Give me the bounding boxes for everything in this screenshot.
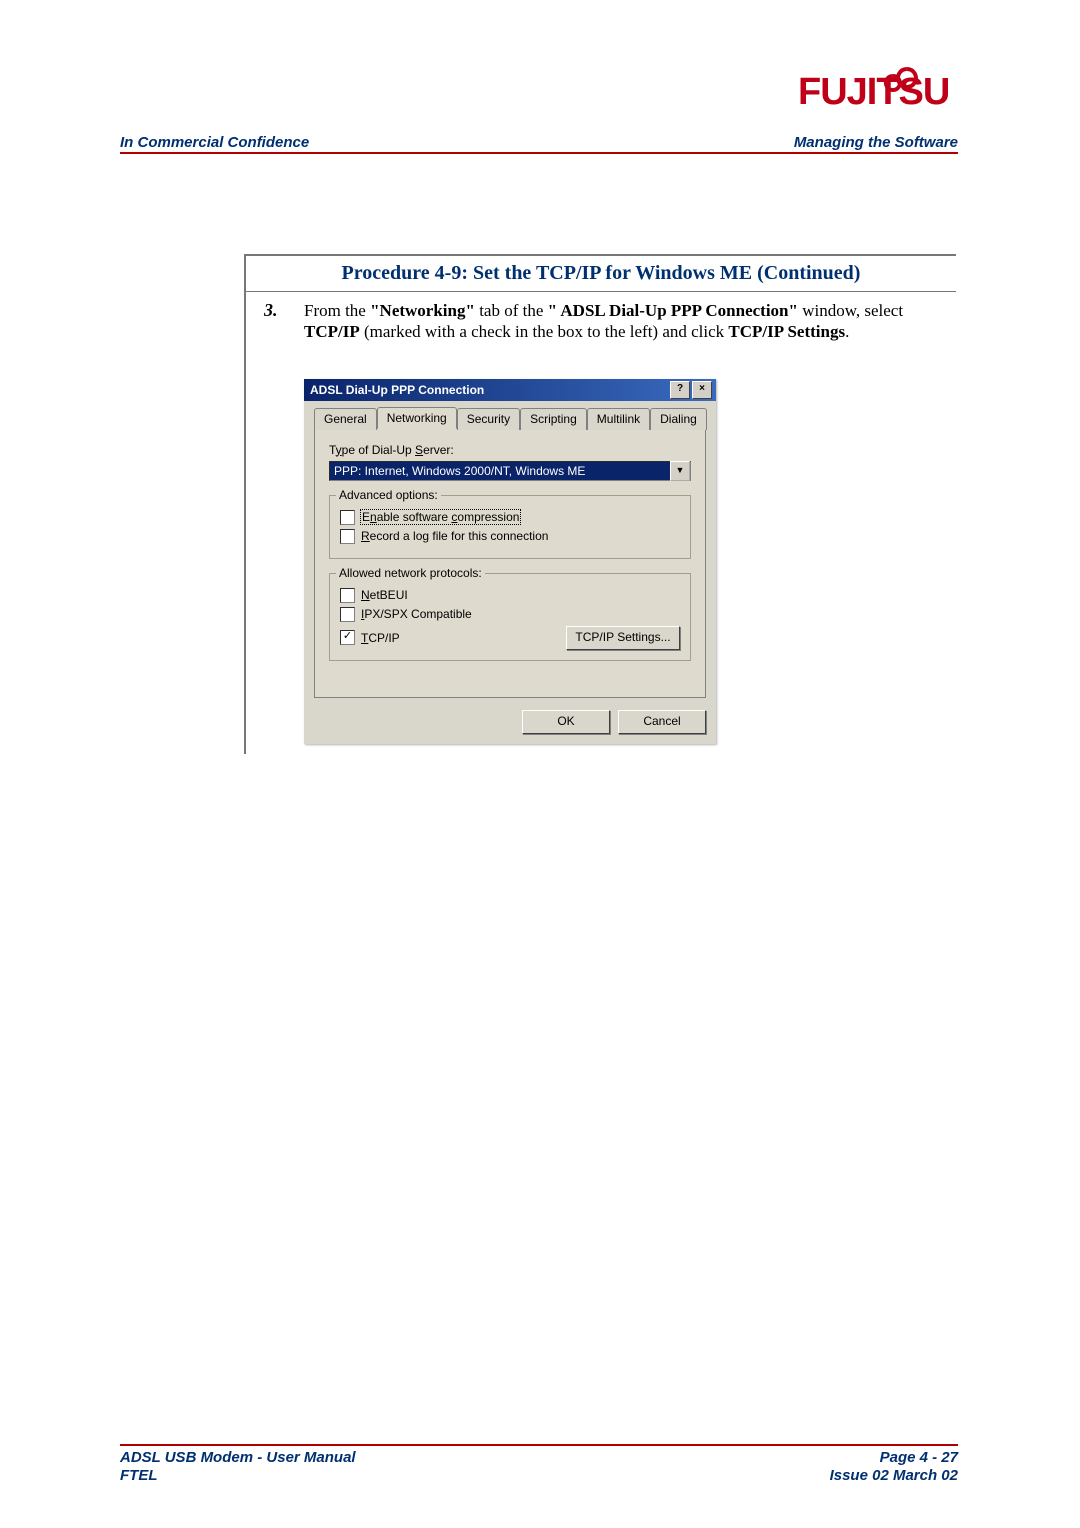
logfile-label: Record a log file for this connection [361,529,548,543]
tab-dialing[interactable]: Dialing [650,408,707,430]
network-protocols-group: Allowed network protocols: NetBEUI IPX/S… [329,573,691,661]
header-left-text: In Commercial Confidence [120,134,309,151]
dropdown-arrow-icon[interactable]: ▼ [670,461,690,481]
footer-issue: Issue 02 March 02 [830,1467,958,1486]
step-instruction: From the "Networking" tab of the " ADSL … [304,300,946,343]
footer-divider [120,1444,958,1446]
svg-text:FUJITSU: FUJITSU [798,71,949,113]
dialog-tabs: General Networking Security Scripting Mu… [314,407,706,429]
compression-label: Enable software compression [361,510,520,524]
adsl-connection-dialog: ADSL Dial-Up PPP Connection ? × General … [304,379,716,744]
footer-manual-title: ADSL USB Modem - User Manual [120,1449,356,1468]
ok-button[interactable]: OK [522,710,610,734]
help-button[interactable]: ? [670,381,690,399]
tab-general[interactable]: General [314,408,377,430]
dialup-server-dropdown[interactable]: PPP: Internet, Windows 2000/NT, Windows … [329,461,691,481]
tab-networking[interactable]: Networking [377,407,457,429]
netbeui-label: NetBEUI [361,588,408,602]
tab-multilink[interactable]: Multilink [587,408,650,430]
procedure-box: Procedure 4-9: Set the TCP/IP for Window… [244,254,956,754]
network-protocols-title: Allowed network protocols: [336,566,485,580]
dialup-server-value: PPP: Internet, Windows 2000/NT, Windows … [330,462,670,480]
compression-checkbox[interactable] [340,510,355,525]
logfile-checkbox[interactable] [340,529,355,544]
footer-right: Page 4 - 27 Issue 02 March 02 [830,1449,958,1487]
ipxspx-label: IPX/SPX Compatible [361,607,472,621]
close-button[interactable]: × [692,381,712,399]
header-right-text: Managing the Software [794,134,958,151]
cancel-button[interactable]: Cancel [618,710,706,734]
tcpip-settings-button[interactable]: TCP/IP Settings... [566,626,680,650]
footer-left: ADSL USB Modem - User Manual FTEL [120,1449,356,1487]
footer-page: Page 4 - 27 [830,1449,958,1468]
advanced-options-group: Advanced options: Enable software compre… [329,495,691,559]
dialog-title: ADSL Dial-Up PPP Connection [310,383,670,397]
advanced-options-title: Advanced options: [336,488,441,502]
netbeui-checkbox[interactable] [340,588,355,603]
dialog-titlebar: ADSL Dial-Up PPP Connection ? × [304,379,716,401]
tab-scripting[interactable]: Scripting [520,408,587,430]
tcpip-checkbox[interactable]: ✓ [340,630,355,645]
ipxspx-checkbox[interactable] [340,607,355,622]
networking-panel: Type of Dial-Up Server: PPP: Internet, W… [314,428,706,698]
footer-company: FTEL [120,1467,356,1486]
step-number: 3. [264,300,304,321]
fujitsu-logo: FUJITSU [798,54,958,114]
dialup-server-label: Type of Dial-Up Server: [329,443,691,457]
tcpip-label: TCP/IP [361,631,400,645]
procedure-title: Procedure 4-9: Set the TCP/IP for Window… [342,262,861,284]
tab-security[interactable]: Security [457,408,520,430]
header-divider [120,152,958,154]
